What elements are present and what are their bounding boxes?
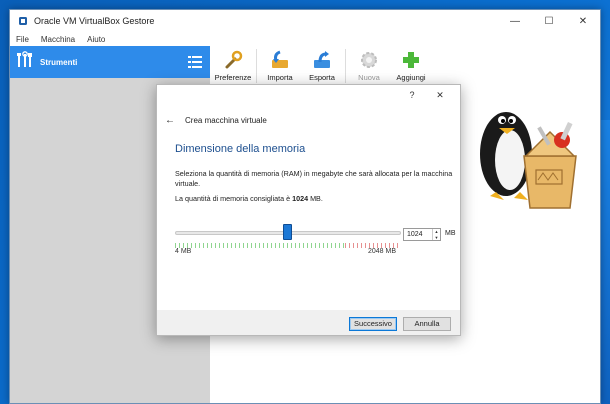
new-button[interactable]: Nuova bbox=[348, 46, 390, 82]
dialog-header: ← Crea macchina virtuale bbox=[157, 105, 460, 135]
window-title: Oracle VM VirtualBox Gestore bbox=[34, 16, 155, 26]
add-label: Aggiungi bbox=[396, 73, 426, 82]
import-button[interactable]: Importa bbox=[259, 46, 301, 82]
spin-arrows[interactable]: ▲ ▼ bbox=[432, 229, 440, 240]
add-button[interactable]: Aggiungi bbox=[390, 46, 432, 82]
cancel-button[interactable]: Annulla bbox=[403, 316, 451, 331]
penguin-toolbox-illustration bbox=[466, 96, 594, 221]
preferences-label: Preferenze bbox=[214, 73, 252, 82]
new-label: Nuova bbox=[358, 73, 380, 82]
toolbar: Preferenze Importa Esporta Nuova Aggiung… bbox=[210, 46, 600, 86]
dialog-header-title: Crea macchina virtuale bbox=[185, 115, 267, 125]
recommended-prefix: La quantità di memoria consigliata è bbox=[175, 194, 293, 203]
menu-bar: File Macchina Aiuto bbox=[10, 32, 600, 46]
menu-macchina[interactable]: Macchina bbox=[35, 35, 81, 44]
maximize-button[interactable]: ☐ bbox=[532, 10, 566, 32]
import-label: Importa bbox=[267, 73, 293, 82]
back-arrow-icon[interactable]: ← bbox=[165, 115, 175, 126]
sidebar-tools-label: Strumenti bbox=[40, 57, 78, 67]
dialog-body: ← Crea macchina virtuale Dimensione dell… bbox=[157, 105, 460, 310]
next-button[interactable]: Successivo bbox=[349, 316, 397, 331]
import-icon bbox=[269, 49, 291, 71]
sidebar-item-tools[interactable]: Strumenti bbox=[10, 46, 210, 78]
close-button[interactable]: ✕ bbox=[566, 10, 600, 32]
minimize-button[interactable]: — bbox=[498, 10, 532, 32]
slider-thumb[interactable] bbox=[283, 224, 293, 240]
recommended-suffix: MB. bbox=[308, 194, 323, 203]
recommended-memory-text: La quantità di memoria consigliata è 102… bbox=[175, 194, 323, 203]
menu-file[interactable]: File bbox=[10, 35, 35, 44]
memory-description: Seleziona la quantità di memoria (RAM) i… bbox=[175, 169, 453, 188]
virtualbox-app-icon bbox=[18, 16, 28, 26]
dialog-footer: Successivo Annulla bbox=[157, 310, 460, 337]
toolbar-separator bbox=[345, 49, 346, 83]
toolbar-separator bbox=[256, 49, 257, 83]
dialog-close-button[interactable]: ✕ bbox=[426, 90, 454, 101]
wrench-icon bbox=[222, 49, 244, 71]
slider-max-label: 2048 MB bbox=[368, 248, 397, 255]
memory-value[interactable]: 1024 bbox=[404, 229, 432, 240]
list-menu-icon[interactable] bbox=[188, 55, 202, 69]
section-title: Dimensione della memoria bbox=[175, 143, 306, 155]
menu-aiuto[interactable]: Aiuto bbox=[81, 35, 111, 44]
window-titlebar: Oracle VM VirtualBox Gestore — ☐ ✕ bbox=[10, 10, 600, 32]
memory-spinbox[interactable]: 1024 ▲ ▼ bbox=[403, 228, 441, 241]
export-icon bbox=[311, 49, 333, 71]
memory-unit: MB bbox=[445, 230, 456, 237]
export-button[interactable]: Esporta bbox=[301, 46, 343, 82]
add-icon bbox=[400, 49, 422, 71]
create-vm-dialog: ? ✕ ← Crea macchina virtuale Dimensione … bbox=[156, 84, 461, 336]
export-label: Esporta bbox=[309, 73, 335, 82]
tools-icon bbox=[16, 50, 34, 74]
slider-ticks-safe bbox=[175, 243, 345, 248]
preferences-button[interactable]: Preferenze bbox=[212, 46, 254, 82]
help-button[interactable]: ? bbox=[398, 90, 426, 100]
spin-down-icon[interactable]: ▼ bbox=[433, 235, 440, 241]
dialog-titlebar: ? ✕ bbox=[157, 85, 460, 105]
recommended-value: 1024 bbox=[292, 194, 309, 203]
slider-min-label: 4 MB bbox=[175, 248, 192, 255]
new-gear-icon bbox=[358, 49, 380, 71]
